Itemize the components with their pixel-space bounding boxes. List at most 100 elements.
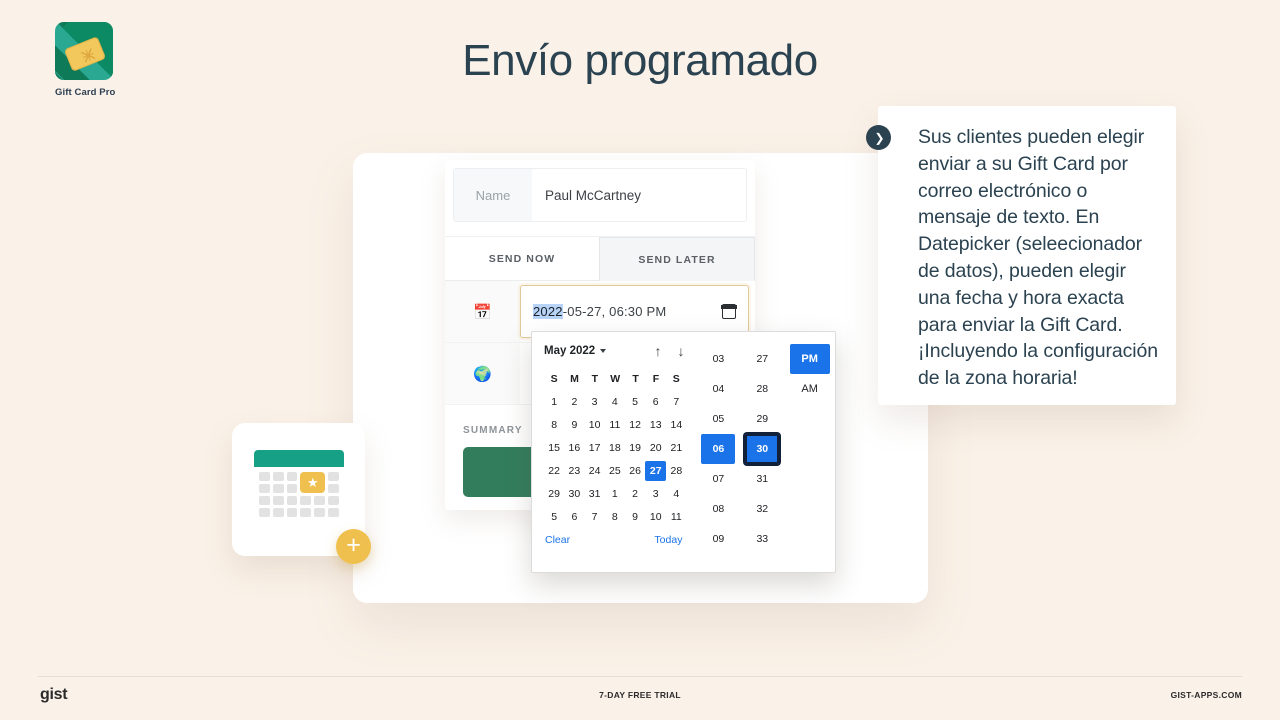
calendar-day[interactable]: 14 — [666, 413, 686, 436]
calendar-day[interactable]: 30 — [564, 482, 584, 505]
calendar-day[interactable]: 26 — [625, 459, 645, 482]
calendar-day[interactable]: 27 — [645, 459, 667, 482]
callout-box: ❯ Sus clientes pueden elegir enviar a su… — [866, 106, 1176, 405]
calendar-day[interactable]: 11 — [605, 413, 625, 436]
calendar-day[interactable]: 18 — [605, 436, 625, 459]
minute-column[interactable]: 27 28 29 30 31 32 33 — [740, 332, 784, 572]
datepicker-popup: May 2022 ↑ ↓ S M T W T F S 1 2 3 4 5 6 7 8 9 10 11… — [531, 331, 836, 573]
tab-send-now[interactable]: SEND NOW — [445, 237, 599, 281]
calendar-day[interactable]: 28 — [666, 459, 686, 482]
minute-option[interactable]: 29 — [745, 404, 779, 434]
name-input[interactable]: Paul McCartney — [532, 169, 746, 221]
hour-option[interactable]: 09 — [701, 524, 735, 554]
meridiem-option-am[interactable]: AM — [790, 374, 830, 404]
minute-option[interactable]: 32 — [745, 494, 779, 524]
calendar-day[interactable]: 25 — [605, 459, 625, 482]
hour-option[interactable]: 04 — [701, 374, 735, 404]
clear-button[interactable]: Clear — [545, 534, 570, 546]
minute-option-selected[interactable]: 30 — [745, 434, 780, 464]
weekday-header-row: S M T W T F S — [544, 367, 686, 390]
hour-option[interactable]: 03 — [701, 344, 735, 374]
calendar-day[interactable]: 5 — [625, 390, 645, 413]
calendar-day[interactable]: 5 — [544, 505, 564, 528]
calendar-day[interactable]: 20 — [645, 436, 666, 459]
calendar-day[interactable]: 6 — [645, 390, 666, 413]
datetime-year-segment[interactable]: 2022 — [533, 304, 563, 319]
calendar-day[interactable]: 2 — [625, 482, 645, 505]
hour-column[interactable]: 03 04 05 06 07 08 09 — [696, 332, 740, 572]
meridiem-column[interactable]: PM AM — [784, 332, 835, 572]
chevron-right-icon: ❯ — [866, 125, 891, 150]
weekday-label: T — [632, 372, 639, 385]
add-plus-badge-icon[interactable]: + — [336, 529, 371, 564]
calendar-day[interactable]: 3 — [645, 482, 666, 505]
brand-label: Gift Card Pro — [55, 87, 116, 98]
calendar-day[interactable]: 3 — [584, 390, 604, 413]
page-title: Envío programado — [462, 36, 818, 85]
weekday-label: T — [591, 372, 599, 385]
minute-option[interactable]: 27 — [745, 344, 779, 374]
calendar-day-selected[interactable]: 27 — [645, 460, 667, 481]
calendar-day[interactable]: 7 — [666, 390, 686, 413]
footer-trial-label: 7-DAY FREE TRIAL — [599, 690, 681, 700]
calendar-day[interactable]: 1 — [544, 390, 564, 413]
calendar-day[interactable]: 8 — [544, 413, 564, 436]
calendar-day[interactable]: 21 — [666, 436, 686, 459]
minute-option[interactable]: 31 — [745, 464, 779, 494]
datepicker-footer: Clear Today — [544, 528, 686, 546]
month-selector[interactable]: May 2022 — [544, 345, 607, 357]
calendar-day[interactable]: 17 — [584, 436, 604, 459]
calendar-day[interactable]: 24 — [584, 459, 604, 482]
calendar-day[interactable]: 7 — [584, 505, 604, 528]
next-month-arrow-icon[interactable]: ↓ — [677, 344, 684, 358]
calendar-day[interactable]: 1 — [605, 482, 625, 505]
hour-option-selected[interactable]: 06 — [701, 434, 736, 464]
calendar-emoji-icon: 📅 — [445, 281, 520, 342]
prev-month-arrow-icon[interactable]: ↑ — [654, 344, 661, 358]
calendar-day[interactable]: 31 — [584, 482, 604, 505]
footer-divider — [38, 676, 1242, 677]
calendar-day[interactable]: 13 — [645, 413, 666, 436]
datetime-rest-segment[interactable]: -05-27, 06:30 PM — [563, 304, 667, 319]
datepicker-calendar: May 2022 ↑ ↓ S M T W T F S 1 2 3 4 5 6 7 8 9 10 11… — [532, 332, 696, 572]
name-label: Name — [454, 169, 532, 221]
calendar-day[interactable]: 19 — [625, 436, 645, 459]
weekday-label: S — [550, 372, 558, 385]
hour-option[interactable]: 05 — [701, 404, 735, 434]
calendar-day[interactable]: 15 — [544, 436, 564, 459]
calendar-day[interactable]: 29 — [544, 482, 564, 505]
minute-option[interactable]: 28 — [745, 374, 779, 404]
calendar-day[interactable]: 9 — [625, 505, 645, 528]
datepicker-nav: ↑ ↓ — [654, 344, 684, 358]
calendar-picker-icon[interactable] — [721, 304, 737, 319]
calendar-day[interactable]: 10 — [584, 413, 604, 436]
meridiem-option-pm[interactable]: PM — [789, 344, 830, 374]
calendar-day[interactable]: 4 — [605, 390, 625, 413]
weekday-label: M — [570, 372, 579, 385]
calendar-day[interactable]: 8 — [605, 505, 625, 528]
footer-website-label: GIST-APPS.COM — [1170, 690, 1242, 700]
hour-option[interactable]: 07 — [701, 464, 735, 494]
calendar-illustration-icon: ★ — [254, 450, 344, 528]
calendar-day[interactable]: 12 — [625, 413, 645, 436]
calendar-day[interactable]: 2 — [564, 390, 584, 413]
send-mode-tabs: SEND NOW SEND LATER — [445, 236, 755, 281]
hour-option[interactable]: 08 — [701, 494, 735, 524]
calendar-day[interactable]: 23 — [564, 459, 584, 482]
calendar-day[interactable]: 9 — [564, 413, 584, 436]
calendar-day[interactable]: 11 — [666, 505, 686, 528]
chevron-down-icon — [600, 349, 607, 353]
weekday-label: S — [672, 372, 680, 385]
datepicker-header: May 2022 ↑ ↓ — [544, 344, 686, 358]
minute-option[interactable]: 33 — [745, 524, 779, 554]
calendar-day[interactable]: 4 — [666, 482, 686, 505]
calendar-day[interactable]: 6 — [564, 505, 584, 528]
today-button[interactable]: Today — [654, 534, 682, 546]
name-field-row: Name Paul McCartney — [453, 168, 747, 222]
calendar-day[interactable]: 22 — [544, 459, 564, 482]
tab-send-later[interactable]: SEND LATER — [599, 237, 755, 281]
calendar-day[interactable]: 16 — [564, 436, 584, 459]
weekday-label: W — [610, 372, 621, 385]
calendar-day[interactable]: 10 — [645, 505, 666, 528]
month-label: May 2022 — [544, 345, 596, 357]
